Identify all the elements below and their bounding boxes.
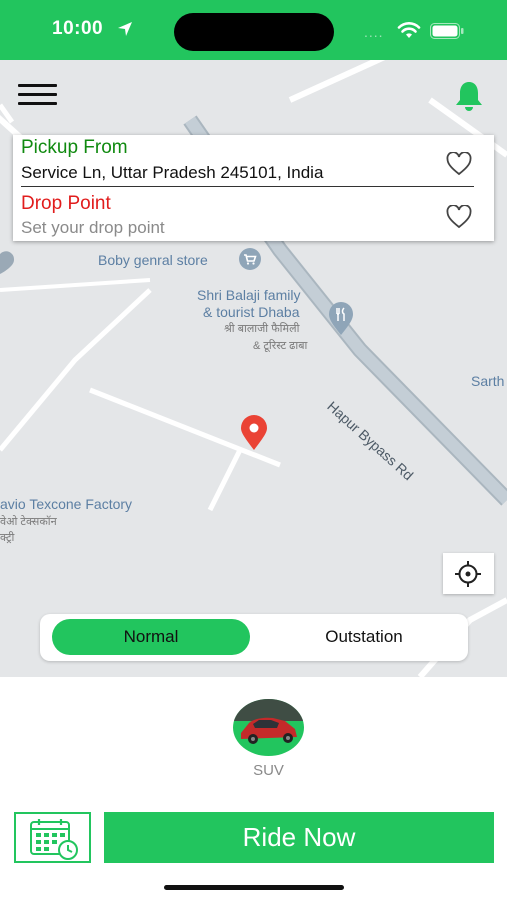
drop-field[interactable]: Set your drop point — [21, 218, 165, 238]
pickup-favorite-heart-icon[interactable] — [446, 152, 472, 176]
location-arrow-icon — [118, 22, 132, 36]
pickup-label: Pickup From — [21, 137, 128, 158]
mode-normal-button[interactable]: Normal — [52, 619, 250, 655]
map-label-dhaba-2: & tourist Dhaba — [203, 304, 300, 320]
ride-now-button[interactable]: Ride Now — [104, 812, 494, 863]
current-location-pin-icon — [241, 415, 267, 450]
card-divider — [21, 186, 474, 187]
signal-dots: .... — [364, 24, 384, 40]
bell-icon[interactable] — [454, 80, 484, 112]
map-label-factory-hindi-1: वेओ टेक्सकॉन — [0, 516, 57, 528]
status-time: 10:00 — [52, 18, 104, 39]
schedule-ride-button[interactable] — [14, 812, 91, 863]
location-card: Pickup From Service Ln, Uttar Pradesh 24… — [13, 135, 494, 241]
vehicle-label: SUV — [253, 762, 284, 779]
drop-label: Drop Point — [21, 193, 111, 214]
map-label-sarth: Sarth — [471, 373, 505, 389]
crosshair-icon — [455, 561, 481, 587]
map-label-dhaba-hindi-2: & टूरिस्ट ढाबा — [253, 340, 308, 352]
restaurant-icon — [329, 302, 353, 335]
home-indicator — [164, 885, 344, 890]
wifi-icon — [397, 22, 421, 38]
ride-mode-toggle: Normal Outstation — [40, 614, 468, 661]
map-label-store: Boby genral store — [98, 252, 208, 268]
drop-favorite-heart-icon[interactable] — [446, 205, 472, 229]
shopping-cart-icon — [239, 248, 261, 270]
locate-me-button[interactable] — [443, 553, 494, 594]
battery-icon — [430, 23, 464, 39]
map-label-factory: avio Texcone Factory — [0, 496, 133, 512]
status-bar: 10:00 .... — [0, 0, 507, 60]
place-marker-icon — [0, 251, 15, 274]
map-label-factory-hindi-2: क्ट्री — [0, 532, 15, 544]
pickup-field[interactable]: Service Ln, Uttar Pradesh 245101, India — [21, 163, 323, 183]
suv-car-image — [233, 699, 304, 744]
map-label-dhaba-hindi-1: श्री बालाजी फैमिली — [224, 323, 300, 335]
mode-outstation-button[interactable]: Outstation — [262, 619, 466, 655]
calendar-clock-icon — [30, 819, 78, 860]
dynamic-island — [174, 13, 334, 51]
map-label-dhaba-1: Shri Balaji family — [197, 287, 301, 303]
vehicle-suv-option[interactable] — [233, 699, 304, 756]
hamburger-menu-icon[interactable] — [18, 84, 58, 108]
